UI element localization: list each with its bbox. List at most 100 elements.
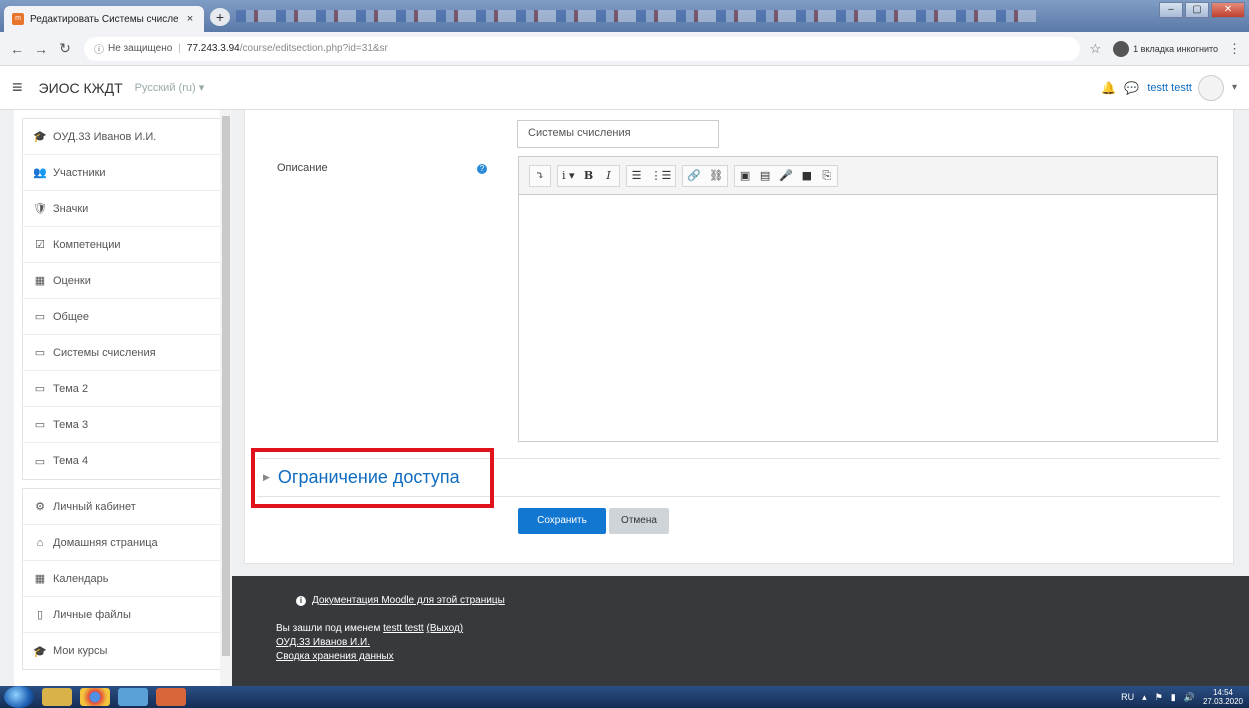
toolbar-group: i ▾ B I: [557, 164, 620, 187]
toolbar-button[interactable]: ⤵: [530, 166, 550, 186]
sidebar-item[interactable]: 🛡 Значки: [23, 191, 222, 227]
sidebar-item[interactable]: ▯ Личные файлы: [23, 597, 222, 633]
sidebar-item-label: Домашняя страница: [53, 536, 158, 549]
toolbar-button[interactable]: ⛓: [705, 166, 727, 186]
sidebar-item-label: Компетенции: [53, 238, 121, 251]
drawer-scrollbar[interactable]: [220, 110, 232, 688]
user-name[interactable]: testt testt: [1147, 82, 1192, 94]
docs-link[interactable]: Документация Moodle для этой страницы: [312, 594, 505, 608]
url-input[interactable]: ⓘ Не защищено | 77.243.3.94 /course/edit…: [84, 36, 1080, 61]
window-close-button[interactable]: ✕: [1211, 2, 1245, 18]
app-icon[interactable]: [118, 688, 148, 706]
clock[interactable]: 14:54 27.03.2020: [1203, 688, 1243, 706]
toolbar-button[interactable]: ▤: [755, 166, 775, 186]
sidebar-item[interactable]: 🎓 ОУД.33 Иванов И.И.: [23, 119, 222, 155]
messages-icon[interactable]: 💬: [1124, 81, 1139, 95]
tray-arrow-icon[interactable]: ▴: [1142, 692, 1147, 703]
flag-icon[interactable]: ⚑: [1155, 692, 1163, 703]
drawer-toggle-icon[interactable]: ≡: [12, 77, 23, 98]
network-icon[interactable]: ▮: [1171, 692, 1176, 703]
avatar[interactable]: [1197, 74, 1224, 101]
logout-link[interactable]: (Выход): [427, 623, 464, 634]
bookmark-star-icon[interactable]: ☆: [1090, 41, 1102, 57]
user-menu-caret-icon[interactable]: ▾: [1232, 82, 1237, 93]
notifications-bell-icon[interactable]: 🔔: [1101, 81, 1116, 95]
page-footer: i Документация Moodle для этой страницы …: [232, 576, 1249, 686]
sidebar-item[interactable]: ▦ Календарь: [23, 561, 222, 597]
incognito-label: 1 вкладка инкогнито: [1133, 43, 1218, 54]
toolbar-button[interactable]: ■: [797, 166, 817, 186]
forward-icon[interactable]: →: [32, 41, 50, 57]
language-selector[interactable]: Русский (ru) ▾: [135, 81, 205, 94]
tab-title: Редактировать Системы счисле: [30, 13, 179, 25]
restrict-access-label: Ограничение доступа: [277, 467, 460, 487]
shield-icon: 🛡: [33, 203, 47, 215]
sidebar-item[interactable]: ▦ Оценки: [23, 263, 222, 299]
folder-icon: ▭: [34, 347, 46, 359]
logged-in-user-link[interactable]: testt testt: [383, 623, 424, 634]
restrict-access-toggle[interactable]: ▶ Ограничение доступа: [263, 467, 460, 488]
drawer-scrollbar-thumb[interactable]: [222, 116, 230, 656]
data-retention-link[interactable]: Сводка хранения данных: [276, 651, 394, 662]
browser-tab[interactable]: m Редактировать Системы счисле ×: [4, 6, 204, 32]
section-name-input[interactable]: Системы счисления: [517, 120, 719, 148]
site-brand[interactable]: ЭИОС КЖДТ: [39, 80, 123, 96]
sidebar-item[interactable]: ▭ Тема 4: [23, 443, 222, 479]
browser-menu-icon[interactable]: ⋮: [1228, 41, 1241, 57]
toolbar-button[interactable]: ▣: [735, 166, 755, 186]
reload-icon[interactable]: ↻: [56, 40, 74, 57]
expand-triangle-icon: ▶: [263, 472, 270, 482]
new-tab-button[interactable]: +: [210, 8, 230, 26]
sidebar-item-label: Календарь: [53, 572, 109, 585]
sidebar-item[interactable]: ▭ Системы счисления: [23, 335, 222, 371]
sidebar-item[interactable]: ⚙ Личный кабинет: [23, 489, 222, 525]
course-link[interactable]: ОУД.33 Иванов И.И.: [276, 637, 370, 648]
explorer-icon[interactable]: [42, 688, 72, 706]
logged-in-info: Вы зашли под именем testt testt (Выход): [276, 622, 1249, 636]
sidebar-item[interactable]: ▭ Общее: [23, 299, 222, 335]
edit-section-form: Системы счисления Описание ? ⤵ i ▾ B I ☰ ⋮☰ 🔗 ⛓…: [244, 110, 1234, 564]
toolbar-button[interactable]: ⋮☰: [647, 166, 676, 186]
toolbar-button[interactable]: 🔗: [683, 166, 705, 186]
keyboard-language[interactable]: RU: [1121, 692, 1134, 702]
toolbar-button[interactable]: 🎤: [775, 166, 797, 186]
site-favicon-icon: m: [12, 13, 24, 25]
incognito-indicator[interactable]: 1 вкладка инкогнито: [1113, 40, 1218, 57]
toolbar-button[interactable]: B: [579, 166, 599, 186]
course-nav-group: 🎓 ОУД.33 Иванов И.И. 👥 Участники 🛡 Значки ☑ Ком…: [22, 118, 223, 480]
logged-in-prefix: Вы зашли под именем: [276, 623, 381, 634]
sidebar-item[interactable]: 🎓 Мои курсы: [23, 633, 222, 669]
toolbar-button[interactable]: i ▾: [558, 166, 579, 186]
sidebar-item[interactable]: ⌂ Домашняя страница: [23, 525, 222, 561]
info-icon: i: [296, 596, 306, 606]
folder-icon: ▭: [34, 455, 46, 468]
sidebar-item-label: ОУД.33 Иванов И.И.: [53, 130, 157, 143]
sidebar-item[interactable]: 👥 Участники: [23, 155, 222, 191]
help-icon[interactable]: ?: [477, 164, 487, 174]
info-icon[interactable]: ⓘ: [94, 41, 104, 56]
maximize-button[interactable]: ▢: [1185, 2, 1209, 18]
editor-textarea[interactable]: [519, 195, 1217, 441]
sidebar-item[interactable]: ▭ Тема 2: [23, 371, 222, 407]
sidebar-item-label: Участники: [53, 166, 106, 179]
sidebar-item[interactable]: ☑ Компетенции: [23, 227, 222, 263]
toolbar-group: ☰ ⋮☰: [625, 164, 677, 187]
save-button[interactable]: Сохранить: [518, 508, 606, 534]
sidebar-item[interactable]: ▭ Тема 3: [23, 407, 222, 443]
minimize-button[interactable]: –: [1159, 2, 1183, 18]
url-host: 77.243.3.94: [186, 43, 240, 54]
url-path: /course/editsection.php?id=31&sr: [239, 43, 388, 54]
chrome-icon[interactable]: [80, 688, 110, 706]
tab-close-icon[interactable]: ×: [184, 13, 196, 25]
start-button[interactable]: [4, 686, 34, 708]
sidebar-item-label: Значки: [53, 202, 89, 215]
address-bar: ← → ↻ ⓘ Не защищено | 77.243.3.94 /cours…: [0, 32, 1249, 66]
back-icon[interactable]: ←: [8, 41, 26, 57]
cancel-button[interactable]: Отмена: [609, 508, 669, 534]
toolbar-button[interactable]: I: [599, 166, 619, 186]
site-navbar: ≡ ЭИОС КЖДТ Русский (ru) ▾ 🔔 💬 testt tes…: [0, 66, 1249, 110]
powerpoint-icon[interactable]: [156, 688, 186, 706]
volume-icon[interactable]: 🔊: [1184, 692, 1195, 703]
toolbar-button[interactable]: ⎘: [817, 166, 837, 186]
toolbar-button[interactable]: ☰: [627, 166, 647, 186]
